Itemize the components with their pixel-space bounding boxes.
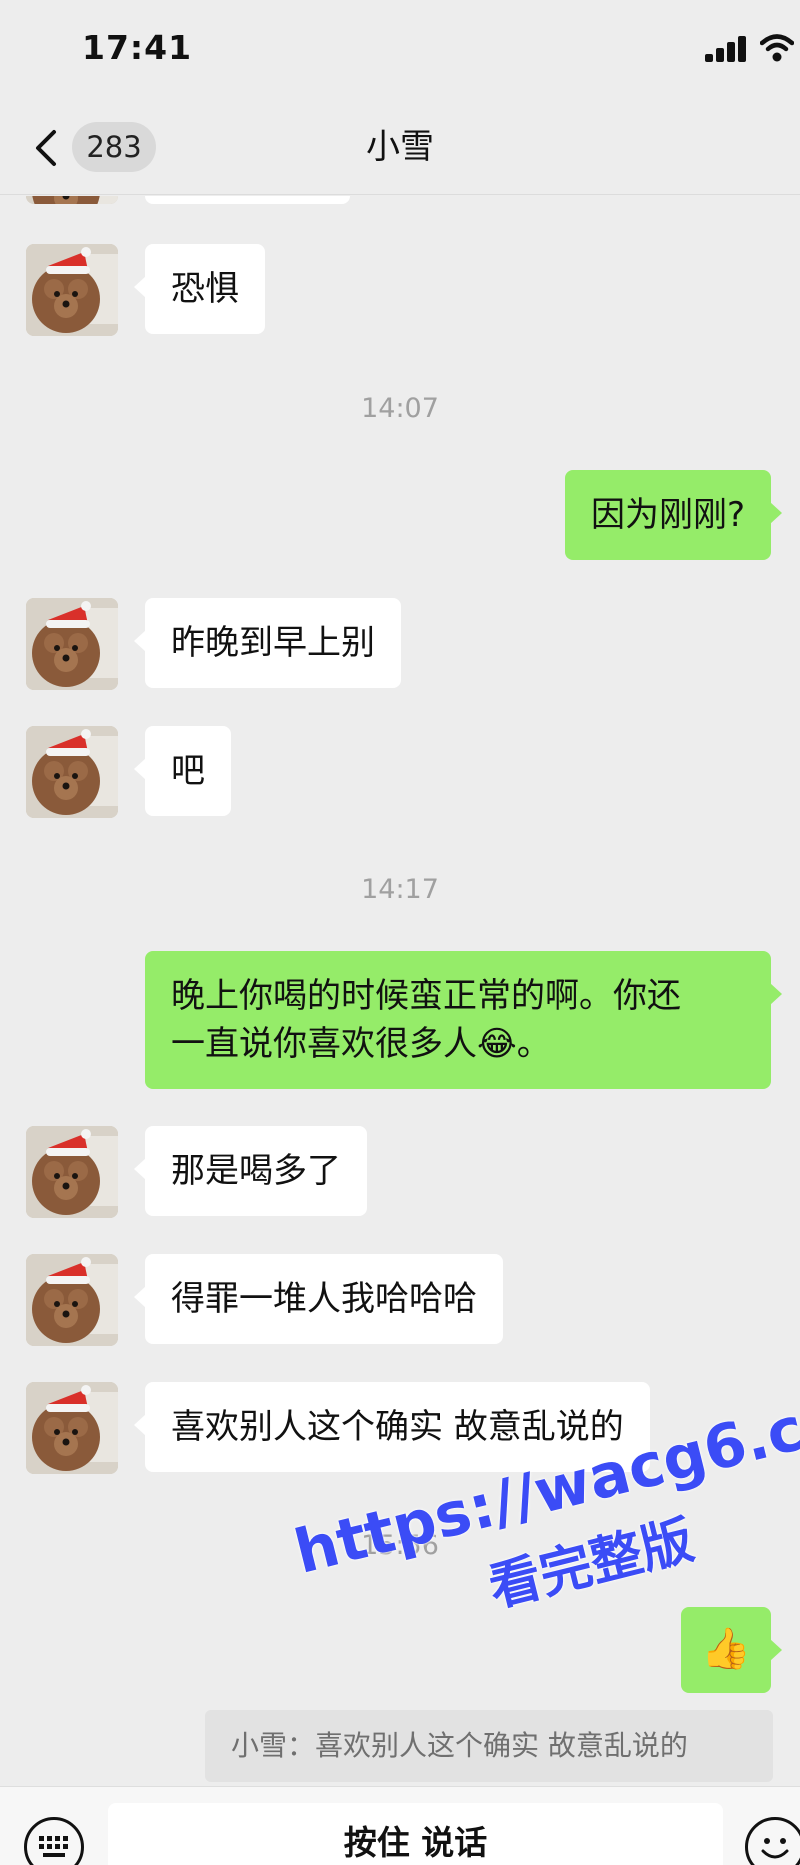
contact-avatar[interactable]: [26, 244, 118, 336]
incoming-message[interactable]: 恐惧: [134, 244, 265, 334]
message-line: 晚上你喝的时候蛮正常的啊。你还: [171, 976, 681, 1016]
quoted-message[interactable]: 小雪：喜欢别人这个确实 故意乱说的: [205, 1710, 773, 1782]
keyboard-icon[interactable]: [24, 1817, 84, 1865]
outgoing-message[interactable]: 晚上你喝的时候蛮正常的啊。你还 一直说你喜欢很多人😂。: [145, 951, 782, 1089]
message-text: 一直说你喜欢很多人: [171, 1024, 477, 1064]
contact-avatar[interactable]: [26, 1382, 118, 1474]
contact-avatar[interactable]: [26, 196, 118, 204]
thumbs-up-emoji-icon: 👍: [701, 1626, 751, 1672]
timestamp-separator: 14:07: [361, 393, 439, 424]
timestamp-separator: 14:17: [361, 874, 439, 905]
emoji-icon[interactable]: [745, 1817, 800, 1865]
input-bar: 按住 说话: [0, 1786, 800, 1865]
outgoing-message[interactable]: 因为刚刚?: [564, 470, 783, 560]
incoming-message[interactable]: 吧: [134, 726, 231, 816]
contact-avatar[interactable]: [26, 1254, 118, 1346]
message-line: 一直说你喜欢很多人😂。: [171, 1020, 745, 1068]
status-time: 17:41: [82, 28, 193, 67]
incoming-message[interactable]: 那是喝多了: [134, 1126, 367, 1216]
chat-header: 283 小雪: [0, 100, 800, 195]
chat-title: 小雪: [366, 127, 434, 167]
incoming-message[interactable]: 得罪一堆人我哈哈哈: [134, 1254, 503, 1344]
hold-to-talk-button[interactable]: 按住 说话: [108, 1803, 723, 1865]
outgoing-message[interactable]: 👍: [681, 1607, 782, 1693]
laughing-crying-emoji-icon: 😂: [477, 1024, 517, 1064]
incoming-message[interactable]: 昨晚到早上别: [134, 598, 401, 688]
status-bar: 17:41: [0, 0, 800, 100]
wifi-icon: [760, 34, 794, 62]
contact-avatar[interactable]: [26, 726, 118, 818]
contact-avatar[interactable]: [26, 598, 118, 690]
message-bubble-partial: [145, 196, 350, 204]
contact-avatar[interactable]: [26, 1126, 118, 1218]
signal-icon: [705, 36, 749, 62]
message-text: 。: [516, 1024, 551, 1064]
